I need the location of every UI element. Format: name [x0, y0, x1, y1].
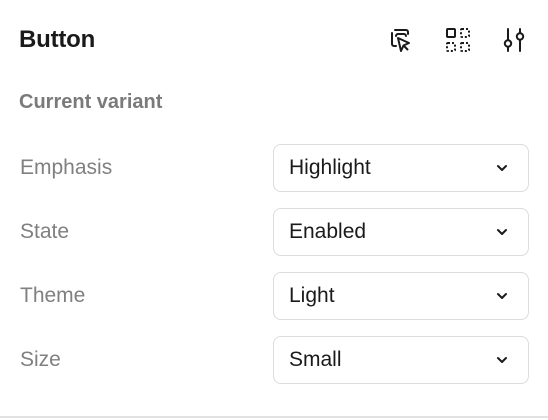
- property-row-theme: Theme Light: [20, 272, 529, 320]
- select-instance-icon: [391, 29, 410, 52]
- emphasis-select[interactable]: Highlight: [273, 144, 529, 192]
- adjust-sliders-icon: [503, 28, 525, 52]
- panel-title: Button: [19, 26, 96, 53]
- section-title: Current variant: [19, 91, 163, 113]
- property-row-size: Size Small: [20, 336, 529, 384]
- adjust-sliders-button[interactable]: [496, 22, 532, 58]
- state-select[interactable]: Enabled: [273, 208, 529, 256]
- chevron-down-icon: [497, 165, 507, 171]
- property-label: State: [20, 220, 70, 243]
- chevron-down-icon: [497, 229, 507, 235]
- chevron-down-icon: [497, 357, 507, 363]
- property-label: Theme: [20, 284, 86, 307]
- variant-properties-panel: Button Current variant Emphasis Highligh…: [0, 0, 548, 420]
- property-row-emphasis: Emphasis Highlight: [20, 144, 529, 192]
- property-label: Emphasis: [20, 156, 113, 179]
- select-value: Small: [289, 348, 342, 371]
- select-instance-button[interactable]: [384, 22, 420, 58]
- panel-divider: [0, 416, 548, 418]
- select-value: Light: [289, 284, 335, 307]
- component-grid-icon: [446, 28, 470, 52]
- property-row-state: State Enabled: [20, 208, 529, 256]
- select-value: Enabled: [289, 220, 367, 243]
- size-select[interactable]: Small: [273, 336, 529, 384]
- select-value: Highlight: [289, 156, 371, 179]
- header-actions: [384, 22, 532, 58]
- component-grid-button[interactable]: [440, 22, 476, 58]
- property-label: Size: [20, 348, 61, 371]
- chevron-down-icon: [497, 293, 507, 299]
- panel-header: Button: [19, 20, 532, 60]
- theme-select[interactable]: Light: [273, 272, 529, 320]
